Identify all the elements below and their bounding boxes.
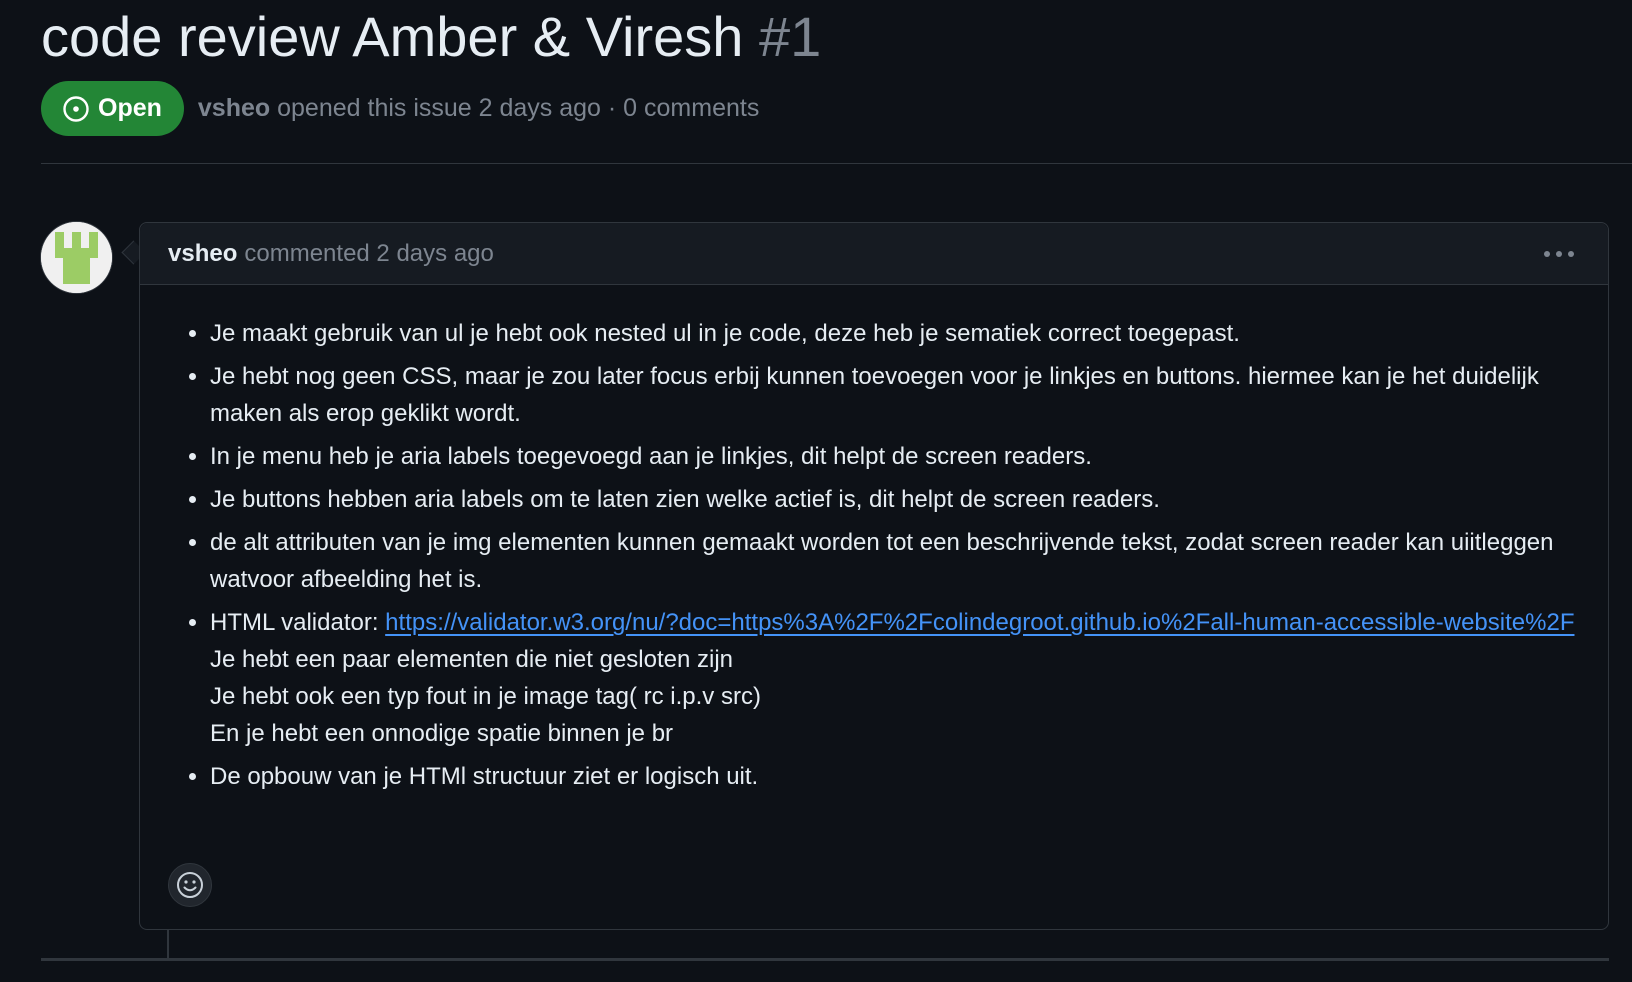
list-item: In je menu heb je aria labels toegevoegd… [210, 438, 1578, 475]
identicon-graphic [41, 222, 112, 293]
status-label: Open [98, 94, 162, 122]
timeline-line [167, 930, 169, 960]
list-item: Je buttons hebben aria labels om te late… [210, 481, 1578, 518]
timeline-bottom-divider [41, 958, 1609, 961]
validator-label: HTML validator: [210, 609, 379, 636]
issue-number: #1 [758, 5, 822, 68]
list-item-validator: HTML validator: https://validator.w3.org… [210, 604, 1578, 752]
validator-note: En je hebt een onnodige spatie binnen je… [210, 720, 674, 747]
add-reaction-button[interactable] [168, 863, 212, 907]
comment-timestamp[interactable]: commented 2 days ago [244, 240, 493, 268]
issue-meta: Open vsheo opened this issue 2 days ago … [41, 81, 759, 136]
issue-title: code review Amber & Viresh #1 [41, 0, 821, 74]
status-badge: Open [41, 81, 184, 136]
avatar[interactable] [41, 222, 112, 293]
header-divider [41, 163, 1632, 164]
comment-header: vsheo commented 2 days ago [140, 223, 1608, 285]
comment-author-link[interactable]: vsheo [168, 240, 237, 268]
validator-link[interactable]: https://validator.w3.org/nu/?doc=https%3… [385, 609, 1574, 636]
list-item: Je maakt gebruik van ul je hebt ook nest… [210, 315, 1578, 352]
list-item: Je hebt nog geen CSS, maar je zou later … [210, 358, 1578, 432]
review-list: Je maakt gebruik van ul je hebt ook nest… [168, 315, 1578, 795]
smiley-icon [177, 872, 203, 898]
comment-card: vsheo commented 2 days ago Je maakt gebr… [139, 222, 1609, 930]
kebab-horizontal-icon[interactable] [1542, 245, 1576, 263]
list-item: De opbouw van je HTMl structuur ziet er … [210, 758, 1578, 795]
comment-body: Je maakt gebruik van ul je hebt ook nest… [140, 285, 1608, 795]
issue-opened-info: vsheo opened this issue 2 days ago · 0 c… [198, 94, 759, 123]
issue-opened-icon [63, 95, 89, 122]
validator-note: Je hebt ook een typ fout in je image tag… [210, 683, 761, 710]
list-item: de alt attributen van je img elementen k… [210, 524, 1578, 598]
issue-author-link[interactable]: vsheo [198, 94, 270, 122]
validator-note: Je hebt een paar elementen die niet gesl… [210, 646, 734, 673]
issue-title-text: code review Amber & Viresh [41, 5, 744, 68]
issue-opened-text: opened this issue 2 days ago · 0 comment… [277, 94, 760, 122]
